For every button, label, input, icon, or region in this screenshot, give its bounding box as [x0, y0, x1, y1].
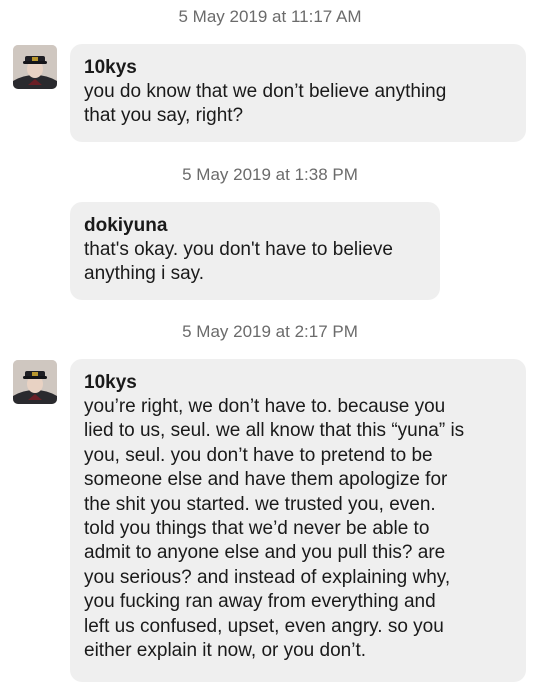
- avatar-image: [13, 45, 57, 89]
- message-bubble[interactable]: dokiyuna that's okay. you don't have to …: [70, 202, 440, 300]
- message-timestamp: 5 May 2019 at 1:38 PM: [182, 165, 358, 184]
- message-bubble[interactable]: 10kys you’re right, we don’t have to. be…: [70, 359, 526, 682]
- message-username[interactable]: 10kys: [84, 371, 512, 395]
- avatar-image: [13, 360, 57, 404]
- message-username[interactable]: dokiyuna: [84, 214, 426, 238]
- message-timestamp: 5 May 2019 at 2:17 PM: [182, 322, 358, 341]
- message-text: that's okay. you don't have to believe a…: [84, 239, 393, 285]
- message-text: you’re right, we don’t have to. because …: [84, 396, 465, 662]
- message-timestamp: 5 May 2019 at 11:17 AM: [178, 7, 362, 26]
- avatar[interactable]: [13, 360, 57, 404]
- message-username[interactable]: 10kys: [84, 56, 512, 80]
- message-text: you do know that we don’t believe anythi…: [84, 81, 447, 127]
- avatar[interactable]: [13, 45, 57, 89]
- message-bubble[interactable]: 10kys you do know that we don’t believe …: [70, 44, 526, 142]
